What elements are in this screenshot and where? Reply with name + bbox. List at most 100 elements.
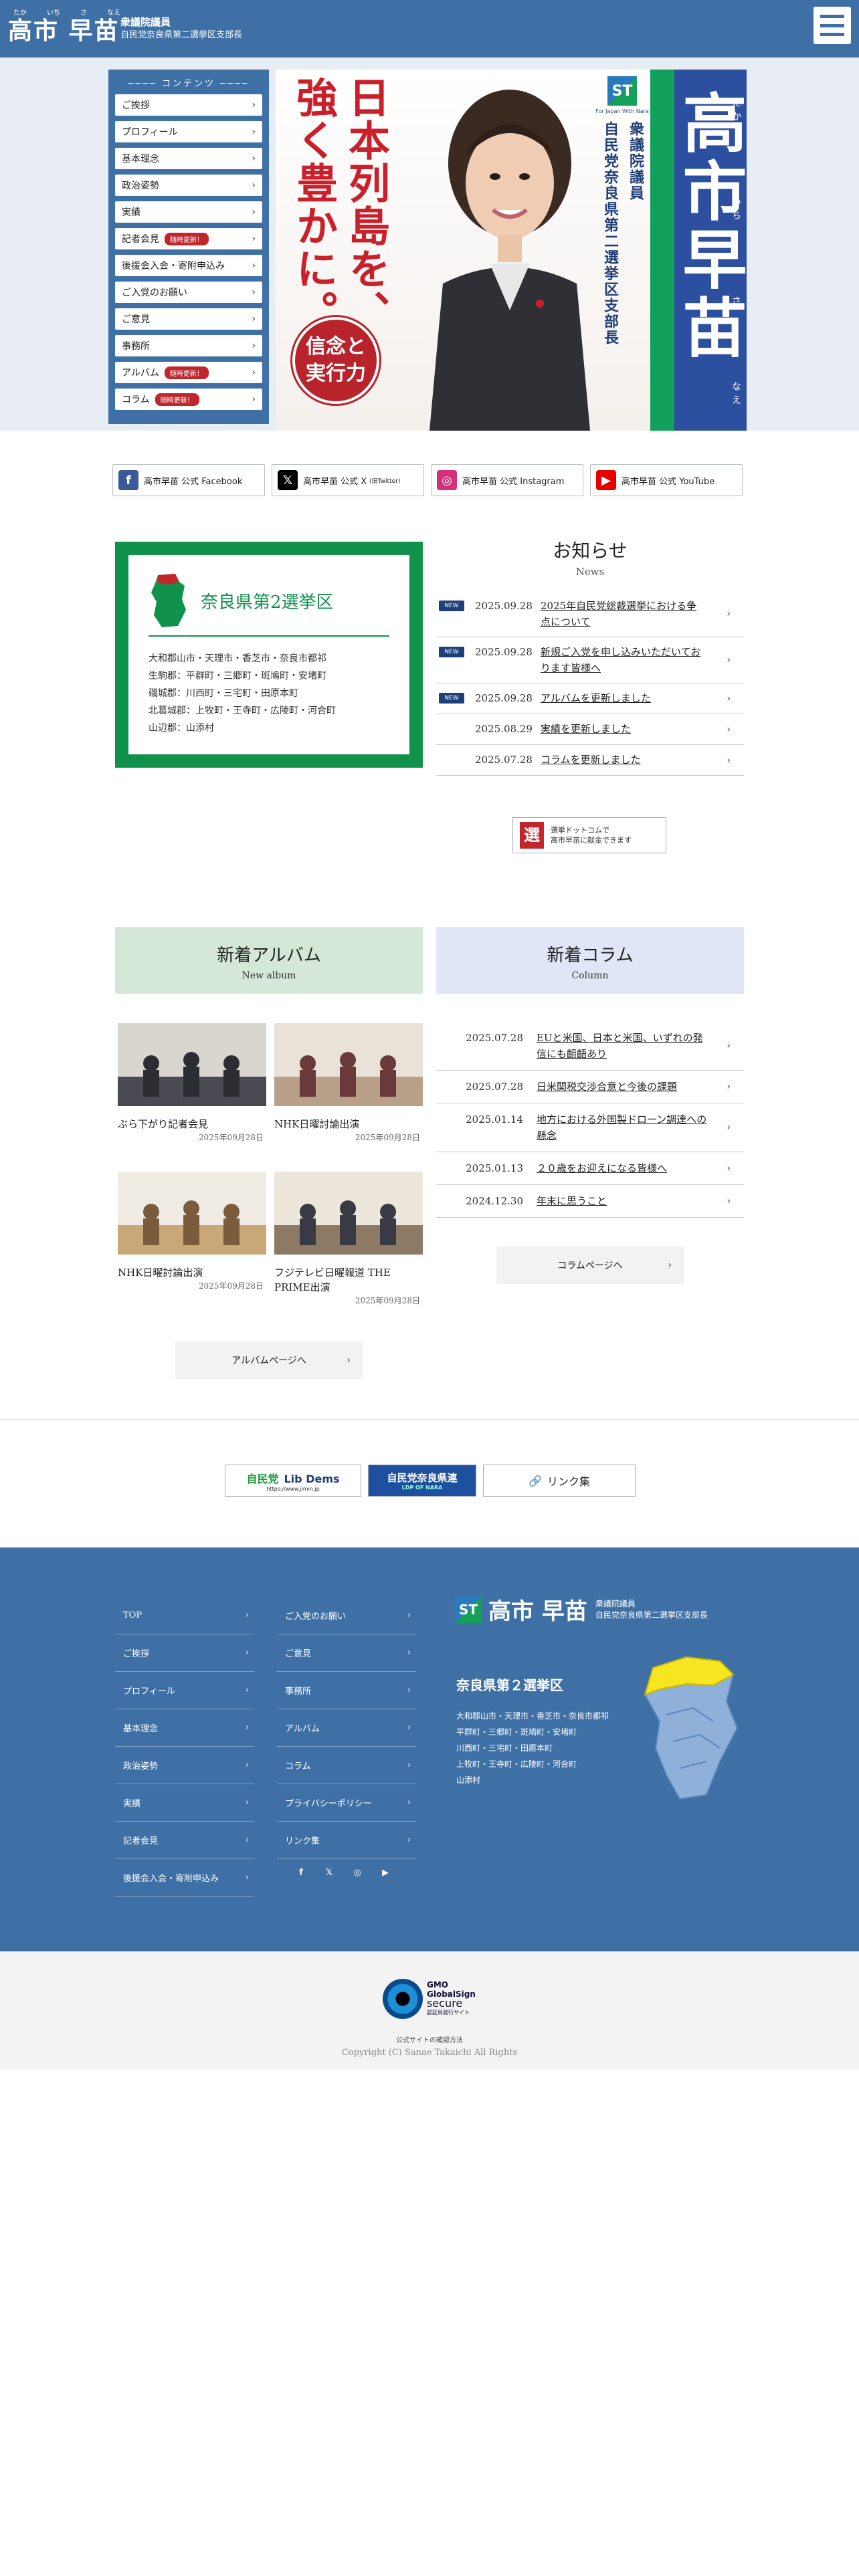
facebook-link[interactable]: f 高市早苗 公式 Facebook <box>112 464 265 496</box>
chevron-right-icon: › <box>407 1685 411 1695</box>
news-item[interactable]: NEW 2025.09.28 新規ご入党を申し込みいただいております皆様へ › <box>436 637 744 683</box>
column-item[interactable]: 2025.01.13 ２０歳をお迎えになる皆様へ › <box>436 1152 744 1185</box>
chevron-right-icon: › <box>245 1685 249 1695</box>
chevron-right-icon: › <box>347 1355 351 1366</box>
footer-district-line: 平群町・三郷町・斑鳩町・安堵町 <box>456 1727 577 1737</box>
footer-nav-item[interactable]: コラム › <box>277 1747 416 1784</box>
sidebar-item[interactable]: アルバム 随時更新！ › <box>115 362 262 383</box>
jimin-link[interactable]: 自民党 Lib Dems https://www.jimin.jp <box>225 1465 361 1497</box>
district-title: 奈良県第2選挙区 <box>201 592 334 613</box>
footer-nav-item[interactable]: 実績 › <box>115 1784 254 1822</box>
column-title-link[interactable]: 年末に思うこと <box>537 1193 710 1209</box>
column-item[interactable]: 2024.12.30 年末に思うこと › <box>436 1185 744 1218</box>
footer-nav-item[interactable]: 後援会入会・寄附申込み › <box>115 1859 254 1897</box>
news-title-link[interactable]: 2025年自民党総裁選挙における争点について <box>541 598 706 630</box>
news-item[interactable]: NEW 2025.09.28 2025年自民党総裁選挙における争点について › <box>436 591 744 637</box>
column-item[interactable]: 2025.01.14 地方における外国製ドローン調達への懸念 › <box>436 1103 744 1152</box>
footer-nav-item[interactable]: プロフィール › <box>115 1672 254 1709</box>
news-title-link[interactable]: コラムを更新しました <box>541 752 706 768</box>
senkyo-donation-banner[interactable]: 選 選挙ドットコムで 高市早苗に献金できます <box>512 817 666 853</box>
district-line: 磯城郡：川西町・三宅町・田原本町 <box>149 688 298 699</box>
column-header: 新着コラム Column <box>436 927 744 994</box>
district-line: 山辺郡：山添村 <box>149 723 214 734</box>
footer-nav-right: ご入党のお願い › ご意見 › 事務所 › アルバム › コラム › プライバシーポリシー › リンク集… <box>277 1597 416 1859</box>
district-line: 北葛城郡：上牧町・王寺町・広陵町・河合町 <box>149 706 336 716</box>
sidebar-item[interactable]: 事務所 › <box>115 335 262 356</box>
footer-nav-item[interactable]: ご挨拶 › <box>115 1634 254 1672</box>
x-link[interactable]: 𝕏 高市早苗 公式 X (旧Twitter) <box>272 464 424 496</box>
sidebar-item[interactable]: プロフィール › <box>115 121 262 142</box>
sidebar-item[interactable]: ご挨拶 › <box>115 94 262 116</box>
sidebar-item[interactable]: ご意見 › <box>115 308 262 330</box>
footer-nav-item[interactable]: 政治姿勢 › <box>115 1747 254 1784</box>
district-line: 生駒郡：平群町・三郷町・斑鳩町・安堵町 <box>149 671 326 681</box>
x-icon[interactable]: 𝕏 <box>322 1866 336 1879</box>
sidebar-item[interactable]: ご入党のお願い › <box>115 282 262 303</box>
news-title-link[interactable]: アルバムを更新しました <box>541 690 706 706</box>
column-item[interactable]: 2025.07.28 EUと米国、日本と米国、いずれの発信にも齟齬あり › <box>436 1022 744 1071</box>
news-item[interactable]: NEW 2025.09.28 アルバムを更新しました › <box>436 683 744 714</box>
footer-nav-item[interactable]: プライバシーポリシー › <box>277 1784 416 1822</box>
slogan-seal: 信念と 実行力 <box>292 317 379 404</box>
instagram-link[interactable]: ◎ 高市早苗 公式 Instagram <box>431 464 583 496</box>
column-page-button[interactable]: コラムページへ › <box>496 1247 684 1284</box>
facebook-icon: f <box>118 470 138 490</box>
nara-kenren-link[interactable]: 自民党奈良県連 LDP OF NARA <box>368 1465 476 1497</box>
footer-nav-item[interactable]: TOP › <box>115 1597 254 1634</box>
album-item[interactable]: NHK日曜討論出演 2025年09月28日 <box>272 1023 423 1172</box>
news-subtitle: News <box>575 566 605 578</box>
column-title-link[interactable]: 地方における外国製ドローン調達への懸念 <box>537 1111 710 1144</box>
footer-nav-item[interactable]: ご入党のお願い › <box>277 1597 416 1634</box>
news-date: 2025.09.28 <box>475 692 533 704</box>
column-item[interactable]: 2025.07.28 日米関税交渉合意と今後の課題 › <box>436 1071 744 1103</box>
chevron-right-icon: › <box>245 1610 249 1620</box>
facebook-icon[interactable]: f <box>294 1866 308 1879</box>
chevron-right-icon: › <box>727 609 731 619</box>
album-date: 2025年09月28日 <box>355 1133 420 1142</box>
site-footer: TOP › ご挨拶 › プロフィール › 基本理念 › 政治姿勢 › 実績 › 記者会見 › 後援会入会・寄… <box>0 1547 859 1951</box>
sidebar-item[interactable]: 政治姿勢 › <box>115 175 262 196</box>
globalsign-caption[interactable]: 公式サイトの確認方法 <box>0 2034 859 2044</box>
column-title-link[interactable]: 日米関税交渉合意と今後の課題 <box>537 1079 710 1095</box>
chevron-right-icon: › <box>252 340 256 351</box>
chevron-right-icon: › <box>407 1723 411 1733</box>
instagram-icon[interactable]: ◎ <box>351 1866 364 1879</box>
footer-nav-item[interactable]: 基本理念 › <box>115 1709 254 1747</box>
footer-nav-item[interactable]: 記者会見 › <box>115 1822 254 1859</box>
footer-nav-item[interactable]: アルバム › <box>277 1709 416 1747</box>
logo-ruby: たか いち さ なえ <box>13 9 120 17</box>
chevron-right-icon: › <box>727 693 731 704</box>
news-item[interactable]: 2025.07.28 コラムを更新しました › <box>436 745 744 776</box>
column-title-link[interactable]: ２０歳をお迎えになる皆様へ <box>537 1160 710 1176</box>
globalsign-seal[interactable]: GMO GlobalSign secure 認証局発行サイト <box>383 1975 476 2022</box>
footer-district-line: 山添村 <box>456 1776 481 1785</box>
sidebar-item[interactable]: 実績 › <box>115 201 262 223</box>
footer-nav-item[interactable]: リンク集 › <box>277 1822 416 1859</box>
footer-nav-item[interactable]: 事務所 › <box>277 1672 416 1709</box>
youtube-icon[interactable]: ▶ <box>379 1866 392 1879</box>
news-title-link[interactable]: 新規ご入党を申し込みいただいております皆様へ <box>541 644 706 676</box>
album-page-button[interactable]: アルバムページへ › <box>175 1341 363 1379</box>
new-badge: NEW <box>439 693 464 704</box>
column-title-link[interactable]: EUと米国、日本と米国、いずれの発信にも齟齬あり <box>537 1030 710 1062</box>
news-title-link[interactable]: 実績を更新しました <box>541 721 706 737</box>
youtube-link[interactable]: ▶ 高市早苗 公式 YouTube <box>590 464 743 496</box>
album-item[interactable]: NHK日曜討論出演 2025年09月28日 <box>115 1172 266 1320</box>
logo-name: 高市 早苗 <box>8 17 120 45</box>
footer-nav-item[interactable]: ご意見 › <box>277 1634 416 1672</box>
hero-section: ──── コンテンツ ──── ご挨拶 › プロフィール › 基本理念 › 政治姿勢 › 実績 ›… <box>0 58 859 431</box>
sidebar-item[interactable]: 記者会見 随時更新！ › <box>115 228 262 249</box>
news-item[interactable]: 2025.08.29 実績を更新しました › <box>436 714 744 745</box>
sidebar-item[interactable]: 後援会入会・寄附申込み › <box>115 255 262 276</box>
footer-logo[interactable]: ST 高市 早苗 衆議院議員 自民党奈良県第二選挙区支部長 <box>455 1593 708 1626</box>
sidebar-item[interactable]: コラム 随時更新！ › <box>115 389 262 410</box>
site-logo[interactable]: たか いち さ なえ 高市 早苗 <box>8 7 120 46</box>
senkyo-logo: 選 <box>520 822 544 849</box>
album-item[interactable]: ぶら下がり記者会見 2025年09月28日 <box>115 1023 266 1172</box>
link-list-button[interactable]: 🔗 リンク集 <box>483 1465 636 1497</box>
album-item[interactable]: フジテレビ日曜報道 THE PRIME出演 2025年09月28日 <box>272 1172 423 1320</box>
news-date: 2025.08.29 <box>475 723 533 735</box>
hamburger-menu-button[interactable] <box>814 7 851 44</box>
chevron-right-icon: › <box>252 100 256 110</box>
sidebar-item[interactable]: 基本理念 › <box>115 148 262 169</box>
